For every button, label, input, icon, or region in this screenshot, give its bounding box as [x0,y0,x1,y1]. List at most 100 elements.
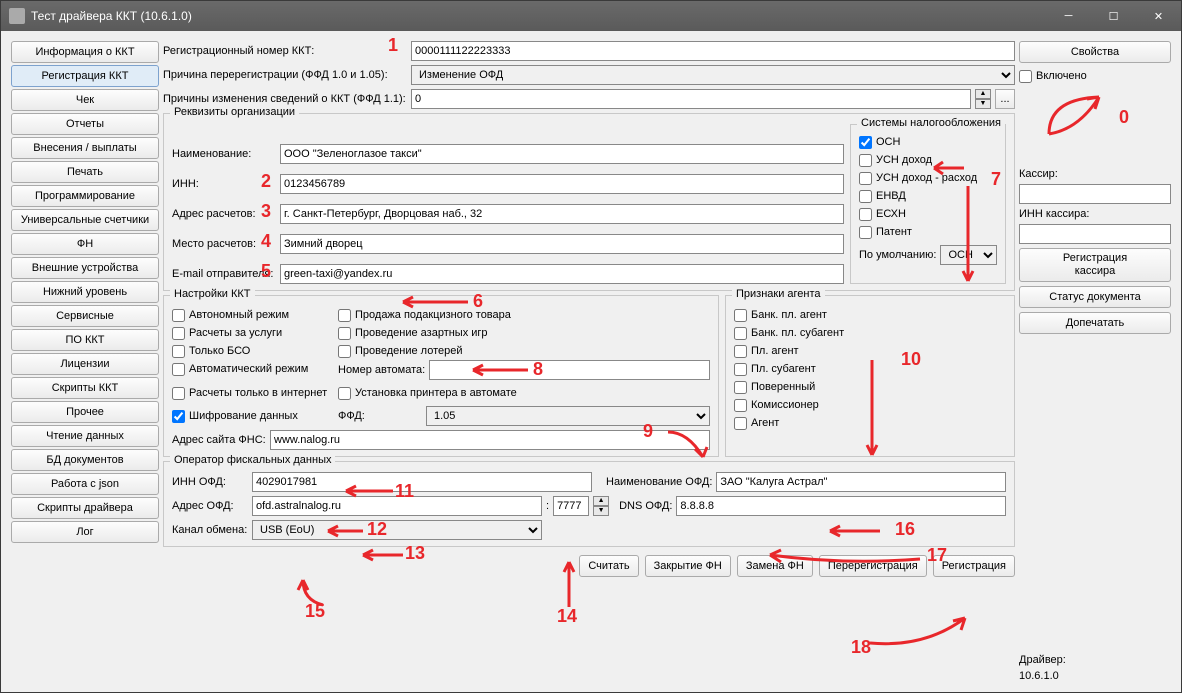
reg-num-input[interactable] [411,41,1015,61]
ellipsis-button[interactable]: ... [995,89,1015,109]
print-extra-button[interactable]: Допечатать [1019,312,1171,334]
sidebar-item-kkt-scripts[interactable]: Скрипты ККТ [11,377,159,399]
sidebar-item-json[interactable]: Работа с json [11,473,159,495]
kkt-auto-mode-checkbox[interactable] [172,363,185,376]
ofd-name-input[interactable] [716,472,1006,492]
agent-bank-agent-checkbox[interactable] [734,309,747,322]
sidebar-item-programming[interactable]: Программирование [11,185,159,207]
agent-commissioner-checkbox[interactable] [734,399,747,412]
sidebar: Информация о ККТ Регистрация ККТ Чек Отч… [11,41,159,682]
annotation-18: 18 [851,637,871,658]
agent-agent-checkbox[interactable] [734,417,747,430]
agent-pay-agent-checkbox[interactable] [734,345,747,358]
ofd-port-input[interactable] [553,496,589,516]
org-addr-input[interactable] [280,204,844,224]
org-legend: Реквизиты организации [170,106,299,118]
window-title: Тест драйвера ККТ (10.6.1.0) [31,9,1046,23]
agent-bank-subagent-checkbox[interactable] [734,327,747,340]
tax-osn-checkbox[interactable] [859,136,872,149]
sidebar-item-check[interactable]: Чек [11,89,159,111]
kkt-excise-checkbox[interactable] [338,309,351,322]
sidebar-item-low-level[interactable]: Нижний уровень [11,281,159,303]
sidebar-item-info[interactable]: Информация о ККТ [11,41,159,63]
tax-default-select[interactable]: ОСН [940,245,997,265]
tax-fieldset: Системы налогообложения ОСН УСН доход УС… [850,124,1006,284]
sidebar-item-service[interactable]: Сервисные [11,305,159,327]
kkt-gambling-checkbox[interactable] [338,327,351,340]
tax-legend: Системы налогообложения [857,117,1005,129]
ofd-dns-input[interactable] [676,496,1006,516]
cashier-input[interactable] [1019,184,1171,204]
ffd-select[interactable]: 1.05 [426,406,710,426]
sidebar-item-log[interactable]: Лог [11,521,159,543]
ofd-addr-input[interactable] [252,496,542,516]
annotation-15: 15 [305,601,325,622]
driver-label: Драйвер: [1019,654,1171,666]
sidebar-item-print[interactable]: Печать [11,161,159,183]
tax-patent-checkbox[interactable] [859,226,872,239]
org-addr-label: Адрес расчетов: [172,208,276,220]
close-button[interactable]: ✕ [1136,1,1181,31]
ofd-port-spinner[interactable]: ▲▼ [593,496,609,516]
annotation-0: 0 [1119,107,1182,128]
kkt-autonomous-checkbox[interactable] [172,309,185,322]
tax-usn-income-checkbox[interactable] [859,154,872,167]
org-email-input[interactable] [280,264,844,284]
change-reason-input[interactable] [411,89,971,109]
sidebar-item-licenses[interactable]: Лицензии [11,353,159,375]
enabled-label: Включено [1036,70,1087,82]
right-panel: Свойства Включено 0 Кассир: ИНН кассира:… [1019,41,1171,682]
change-reason-spinner[interactable]: ▲▼ [975,89,991,109]
doc-status-button[interactable]: Статус документа [1019,286,1171,308]
sidebar-item-registration[interactable]: Регистрация ККТ [11,65,159,87]
cashier-inn-label: ИНН кассира: [1019,208,1171,220]
org-name-input[interactable] [280,144,844,164]
rereg-reason-select[interactable]: Изменение ОФД [411,65,1015,85]
sidebar-item-reports[interactable]: Отчеты [11,113,159,135]
replace-fn-button[interactable]: Замена ФН [737,555,813,577]
kkt-services-checkbox[interactable] [172,327,185,340]
tax-eshn-label: ЕСХН [876,208,906,220]
maximize-button[interactable]: ☐ [1091,1,1136,31]
reg-cashier-button[interactable]: Регистрация кассира [1019,248,1171,282]
kkt-encrypt-checkbox[interactable] [172,410,185,423]
org-inn-input[interactable] [280,174,844,194]
sidebar-item-fn[interactable]: ФН [11,233,159,255]
ofd-addr-label: Адрес ОФД: [172,500,248,512]
kkt-bso-checkbox[interactable] [172,345,185,358]
ofd-inn-label: ИНН ОФД: [172,476,248,488]
sidebar-item-other[interactable]: Прочее [11,401,159,423]
tax-envd-label: ЕНВД [876,190,906,202]
org-place-input[interactable] [280,234,844,254]
sidebar-item-devices[interactable]: Внешние устройства [11,257,159,279]
fns-input[interactable] [270,430,710,450]
sidebar-item-driver-scripts[interactable]: Скрипты драйвера [11,497,159,519]
sidebar-item-deposits[interactable]: Внесения / выплаты [11,137,159,159]
tax-envd-checkbox[interactable] [859,190,872,203]
rereg-button[interactable]: Перерегистрация [819,555,927,577]
ofd-channel-select[interactable]: USB (EoU) [252,520,542,540]
kkt-printer-checkbox[interactable] [338,387,351,400]
sidebar-item-counters[interactable]: Универсальные счетчики [11,209,159,231]
main-panel: Регистрационный номер ККТ: Причина перер… [163,41,1015,682]
minimize-button[interactable]: ─ [1046,1,1091,31]
kkt-lottery-checkbox[interactable] [338,345,351,358]
close-fn-button[interactable]: Закрытие ФН [645,555,731,577]
tax-osn-label: ОСН [876,136,900,148]
properties-button[interactable]: Свойства [1019,41,1171,63]
agent-attorney-checkbox[interactable] [734,381,747,394]
sidebar-item-software[interactable]: ПО ККТ [11,329,159,351]
read-button[interactable]: Считать [579,555,638,577]
org-email-label: E-mail отправителя: [172,268,276,280]
ofd-inn-input[interactable] [252,472,592,492]
tax-eshn-checkbox[interactable] [859,208,872,221]
sidebar-item-db-docs[interactable]: БД документов [11,449,159,471]
agent-pay-subagent-checkbox[interactable] [734,363,747,376]
reg-button[interactable]: Регистрация [933,555,1015,577]
automat-input[interactable] [429,360,710,380]
tax-usn-income-expense-checkbox[interactable] [859,172,872,185]
cashier-inn-input[interactable] [1019,224,1171,244]
sidebar-item-read-data[interactable]: Чтение данных [11,425,159,447]
enabled-checkbox[interactable] [1019,70,1032,83]
kkt-internet-checkbox[interactable] [172,387,185,400]
